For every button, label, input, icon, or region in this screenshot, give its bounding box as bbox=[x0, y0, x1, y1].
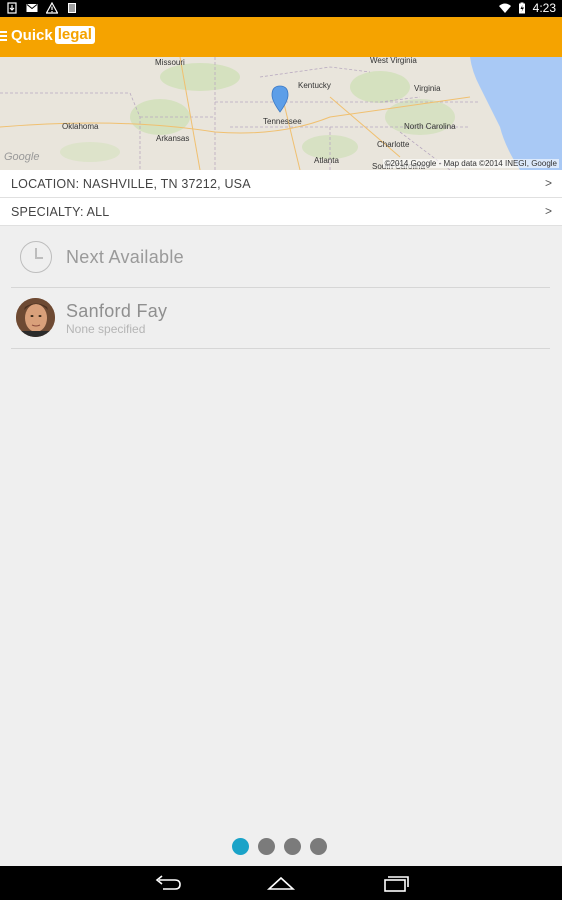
logo-legal: legal bbox=[54, 26, 95, 44]
specialty-label: SPECIALTY: ALL bbox=[11, 205, 110, 219]
status-time: 4:23 bbox=[532, 1, 556, 15]
next-available-label: Next Available bbox=[66, 247, 184, 267]
page-dot-3[interactable] bbox=[284, 838, 301, 855]
map-label-virginia: Virginia bbox=[414, 84, 441, 93]
map-label-atlanta: Atlanta bbox=[314, 156, 339, 165]
download-icon bbox=[7, 2, 17, 14]
map-label-missouri: Missouri bbox=[155, 58, 185, 67]
logo-quick: Quick bbox=[11, 26, 53, 44]
chevron-right-icon: > bbox=[544, 176, 552, 190]
location-label: LOCATION: NASHVILLE, TN 37212, USA bbox=[11, 177, 251, 191]
list-item-next-available[interactable]: Next Available bbox=[11, 227, 550, 288]
clock-icon bbox=[20, 241, 52, 273]
page-dot-2[interactable] bbox=[258, 838, 275, 855]
page-dot-4[interactable] bbox=[310, 838, 327, 855]
recent-apps-icon[interactable] bbox=[381, 874, 411, 892]
lawyer-specialty: None specified bbox=[66, 322, 146, 336]
wifi-icon bbox=[498, 3, 511, 13]
specialty-filter-row[interactable]: SPECIALTY: ALL > bbox=[0, 198, 562, 226]
map-google-watermark: Google bbox=[4, 151, 40, 163]
location-map[interactable]: Missouri Kentucky West Virginia Virginia… bbox=[0, 57, 562, 170]
mail-icon bbox=[26, 4, 38, 12]
map-label-north-carolina: North Carolina bbox=[404, 122, 456, 131]
lawyer-name: Sanford Fay bbox=[66, 301, 168, 321]
warning-icon bbox=[46, 2, 58, 14]
map-label-charlotte: Charlotte bbox=[377, 140, 410, 149]
back-icon[interactable] bbox=[153, 874, 183, 892]
location-filter-row[interactable]: LOCATION: NASHVILLE, TN 37212, USA > bbox=[0, 170, 562, 198]
map-label-oklahoma: Oklahoma bbox=[62, 122, 99, 131]
app-logo[interactable]: Quick legal bbox=[11, 26, 95, 44]
map-label-kentucky: Kentucky bbox=[298, 81, 331, 90]
battery-icon bbox=[518, 2, 525, 14]
map-copyright: ©2014 Google - Map data ©2014 INEGI, Goo… bbox=[382, 159, 559, 168]
map-label-west-virginia: West Virginia bbox=[370, 57, 417, 65]
navigation-bar bbox=[0, 866, 562, 900]
home-icon[interactable] bbox=[266, 874, 296, 892]
list-item-lawyer[interactable]: Sanford Fay None specified bbox=[11, 288, 550, 349]
status-bar: 4:23 bbox=[0, 0, 562, 17]
chevron-right-icon: > bbox=[544, 204, 552, 218]
app-bar: Quick legal bbox=[0, 17, 562, 57]
map-label-tennessee: Tennessee bbox=[263, 117, 302, 126]
map-graphic bbox=[0, 57, 562, 170]
sim-icon bbox=[68, 3, 76, 13]
page-dot-1[interactable] bbox=[232, 838, 249, 855]
page-indicator bbox=[232, 838, 327, 855]
menu-icon[interactable] bbox=[0, 31, 8, 43]
avatar bbox=[16, 298, 55, 337]
map-label-arkansas: Arkansas bbox=[156, 134, 190, 143]
